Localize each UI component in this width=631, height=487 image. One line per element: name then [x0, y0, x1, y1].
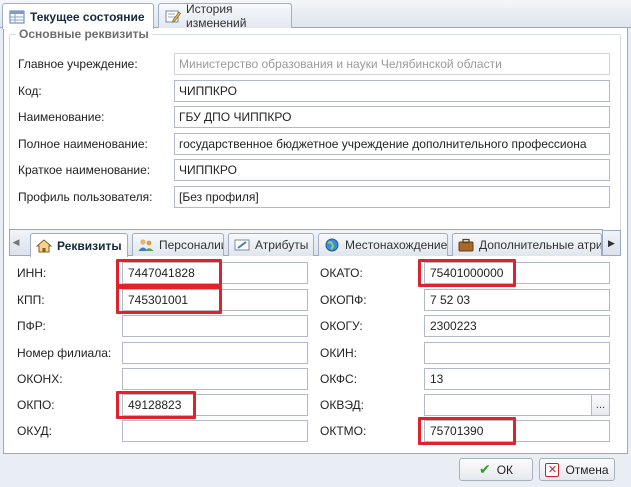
- code-field[interactable]: ЧИППКРО: [174, 80, 610, 102]
- cancel-button-label: Отмена: [565, 462, 609, 477]
- name-label: Наименование:: [18, 110, 105, 124]
- tab-additional-attributes-label: Дополнительные атриб: [479, 238, 602, 252]
- user-profile-label: Профиль пользователя:: [18, 190, 153, 204]
- oktmo-label: ОКТМО:: [320, 424, 367, 438]
- branch-number-field[interactable]: [122, 342, 308, 364]
- okato-label: ОКАТО:: [320, 266, 363, 280]
- tab-change-history-label: История изменений: [186, 2, 247, 30]
- tab-current-state-label: Текущее состояние: [30, 9, 145, 24]
- table-icon: [9, 10, 25, 24]
- short-name-field[interactable]: ЧИППКРО: [174, 159, 610, 181]
- checkmark-icon: ✔: [478, 461, 491, 477]
- kpp-label: КПП:: [17, 293, 45, 307]
- name-field[interactable]: ГБУ ДПО ЧИППКРО: [174, 106, 610, 128]
- tab-requisites[interactable]: Реквизиты: [30, 233, 128, 257]
- okved-field[interactable]: [424, 394, 592, 416]
- short-name-label: Краткое наименование:: [18, 163, 151, 177]
- parent-institution-field: Министерство образования и науки Челябин…: [174, 53, 610, 75]
- branch-number-label: Номер филиала:: [17, 346, 112, 360]
- okin-label: ОКИН:: [320, 346, 357, 360]
- field-row-user-profile: Профиль пользователя: [Без профиля]: [18, 186, 618, 208]
- okud-label: ОКУД:: [17, 424, 53, 438]
- tab-attributes-label: Атрибуты: [255, 238, 309, 252]
- parent-institution-label: Главное учреждение:: [18, 57, 138, 71]
- okopf-label: ОКОПФ:: [320, 293, 367, 307]
- fieldset-legend: Основные реквизиты: [16, 27, 152, 41]
- tab-requisites-label: Реквизиты: [57, 238, 122, 253]
- tab-additional-attributes[interactable]: Дополнительные атриб: [452, 233, 602, 256]
- okved-lookup-button[interactable]: ...: [592, 394, 610, 416]
- tab-scroll-left-icon[interactable]: ◀: [10, 230, 22, 255]
- tab-personnel-label: Персоналии: [159, 238, 224, 252]
- inn-label: ИНН:: [17, 266, 47, 280]
- user-profile-field[interactable]: [Без профиля]: [174, 186, 610, 208]
- current-state-panel: Основные реквизиты Главное учреждение: М…: [3, 27, 628, 454]
- tab-scroll-right-icon[interactable]: ▶: [603, 230, 621, 256]
- attributes-icon: [234, 238, 250, 252]
- field-row-full-name: Полное наименование: государственное бюд…: [18, 133, 618, 155]
- tab-attributes[interactable]: Атрибуты: [228, 233, 314, 256]
- home-icon: [35, 238, 53, 253]
- full-name-label: Полное наименование:: [18, 137, 148, 151]
- field-row-short-name: Краткое наименование: ЧИППКРО: [18, 159, 618, 181]
- okfs-label: ОКФС:: [320, 372, 358, 386]
- ok-button-label: ОК: [496, 462, 514, 477]
- kpp-field[interactable]: 745301001: [122, 289, 308, 311]
- globe-icon: [324, 238, 340, 252]
- field-row-parent-institution: Главное учреждение: Министерство образов…: [18, 53, 618, 75]
- pfr-field[interactable]: [122, 315, 308, 337]
- cancel-button[interactable]: ✕ Отмена: [539, 458, 615, 481]
- ok-button[interactable]: ✔ ОК: [459, 458, 533, 481]
- okopf-field[interactable]: 7 52 03: [424, 289, 610, 311]
- tab-change-history[interactable]: История изменений: [158, 2, 292, 30]
- okonh-label: ОКОНХ:: [17, 372, 63, 386]
- okin-field[interactable]: [424, 342, 610, 364]
- tab-current-state[interactable]: Текущее состояние: [2, 3, 154, 29]
- top-tab-bar: Текущее состояние История изменений: [0, 0, 631, 30]
- okogu-field[interactable]: 2300223: [424, 315, 610, 337]
- okved-label: ОКВЭД:: [320, 398, 365, 412]
- okud-field[interactable]: [122, 420, 308, 442]
- pfr-label: ПФР:: [17, 319, 46, 333]
- sub-tab-bar: ◀ Реквизиты Персоналии Атрибуты Местонах…: [9, 229, 603, 257]
- field-row-code: Код: ЧИППКРО: [18, 80, 618, 102]
- okogu-label: ОКОГУ:: [320, 319, 363, 333]
- cancel-icon: ✕: [545, 462, 560, 477]
- okato-field[interactable]: 75401000000: [424, 262, 610, 284]
- code-label: Код:: [18, 84, 42, 98]
- okpo-field[interactable]: 49128823: [122, 394, 308, 416]
- organization-window: Текущее состояние История изменений Осно…: [0, 0, 631, 487]
- okonh-field[interactable]: [122, 368, 308, 390]
- main-requisites-fieldset: Основные реквизиты Главное учреждение: М…: [9, 27, 621, 241]
- tab-personnel[interactable]: Персоналии: [132, 233, 224, 256]
- oktmo-field[interactable]: 75701390: [424, 420, 610, 442]
- tab-location[interactable]: Местонахождение: [318, 233, 448, 256]
- field-row-name: Наименование: ГБУ ДПО ЧИППКРО: [18, 106, 618, 128]
- inn-field[interactable]: 7447041828: [122, 262, 308, 284]
- edit-history-icon: [165, 9, 181, 23]
- tab-location-label: Местонахождение: [345, 238, 448, 252]
- briefcase-icon: [458, 238, 474, 252]
- full-name-field[interactable]: государственное бюджетное учреждение доп…: [174, 133, 610, 155]
- users-icon: [138, 238, 154, 252]
- okpo-label: ОКПО:: [17, 398, 55, 412]
- okfs-field[interactable]: 13: [424, 368, 610, 390]
